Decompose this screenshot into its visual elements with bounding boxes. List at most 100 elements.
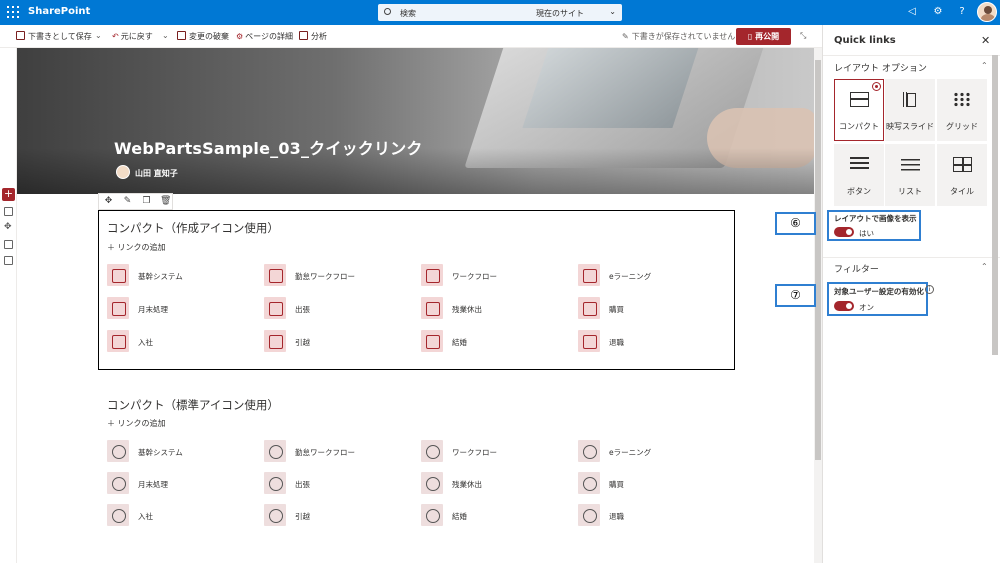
move-icon[interactable]: ✥	[4, 223, 13, 232]
quick-link-item[interactable]: 残業休出	[421, 472, 561, 496]
save-options-chevron-icon[interactable]: ⌄	[95, 31, 102, 40]
quick-link-item[interactable]: 出張	[264, 297, 404, 321]
undo-options-chevron-icon[interactable]: ⌄	[162, 31, 169, 40]
show-image-toggle[interactable]	[834, 227, 854, 237]
layout-option-grid[interactable]: グリッド	[937, 79, 987, 141]
quick-link-item[interactable]: 入社	[107, 330, 247, 354]
discard-button[interactable]: 変更の破棄	[177, 31, 229, 42]
filter-heading[interactable]: フィルター	[834, 262, 879, 275]
quick-link-icon	[107, 264, 129, 286]
quick-link-item[interactable]: 基幹システム	[107, 264, 247, 288]
chevron-down-icon[interactable]: ⌄	[609, 7, 616, 16]
delete-icon[interactable]: 🗑	[160, 197, 171, 206]
layout-option-filmstrip[interactable]: 映写スライド	[885, 79, 935, 141]
app-launcher-icon[interactable]	[7, 6, 19, 18]
quick-link-item[interactable]: 購買	[578, 472, 718, 496]
add-link-button[interactable]: ＋ リンクの追加	[107, 418, 166, 429]
megaphone-icon[interactable]: ◁	[906, 6, 918, 18]
quick-link-item[interactable]: 退職	[578, 504, 718, 528]
quick-link-item[interactable]: eラーニング	[578, 264, 718, 288]
close-icon[interactable]: ✕	[981, 34, 990, 47]
republish-button[interactable]: ▯ 再公開	[736, 28, 791, 45]
quick-link-icon	[107, 297, 129, 319]
page-details-button[interactable]: ⚙ ページの詳細	[236, 31, 293, 42]
quick-link-item[interactable]: 月末処理	[107, 472, 247, 496]
quick-link-item[interactable]: ワークフロー	[421, 440, 561, 464]
quick-link-icon	[421, 297, 443, 319]
quick-link-item[interactable]: 勤怠ワークフロー	[264, 264, 404, 288]
save-draft-button[interactable]: 下書きとして保存	[16, 31, 92, 42]
quick-link-item[interactable]: 引越	[264, 504, 404, 528]
quick-link-icon	[264, 472, 286, 494]
quick-link-icon	[107, 330, 129, 352]
brand-name[interactable]: SharePoint	[28, 6, 90, 17]
callout-number-7: ⑦	[775, 284, 816, 307]
edit-icon[interactable]: ✎	[123, 197, 132, 206]
comment-icon[interactable]	[4, 207, 13, 216]
search-scope[interactable]: 現在のサイト	[536, 8, 584, 19]
collapse-icon[interactable]: ⤡	[800, 31, 806, 41]
quick-link-icon	[107, 440, 129, 462]
audience-toggle[interactable]	[834, 301, 854, 311]
quick-link-item[interactable]: ワークフロー	[421, 264, 561, 288]
section-title-custom[interactable]: コンパクト（作成アイコン使用）	[107, 220, 279, 236]
command-bar: 下書きとして保存 ⌄ ↶ 元に戻す ⌄ 変更の破棄 ⚙ ページの詳細 分析 ✎ 下書き…	[0, 25, 822, 48]
layout-option-compact[interactable]: コンパクト	[834, 79, 884, 141]
author-avatar	[116, 165, 130, 179]
suite-bar: SharePoint 検索 現在のサイト ⌄ ◁ ⚙ ?	[0, 0, 1000, 25]
quick-link-icon	[264, 297, 286, 319]
quick-link-item[interactable]: 勤怠ワークフロー	[264, 440, 404, 464]
quick-link-item[interactable]: 残業休出	[421, 297, 561, 321]
quick-link-icon	[578, 440, 600, 462]
undo-button[interactable]: ↶ 元に戻す	[112, 31, 153, 42]
layout-option-tiles[interactable]: タイル	[937, 144, 987, 206]
quick-link-item[interactable]: 出張	[264, 472, 404, 496]
show-image-value: はい	[859, 229, 874, 238]
add-section-button[interactable]: +	[2, 188, 15, 201]
layout-label: ボタン	[847, 187, 871, 196]
quick-link-label: 勤怠ワークフロー	[295, 448, 355, 457]
quick-link-icon	[264, 504, 286, 526]
chevron-up-icon[interactable]: ⌃	[981, 262, 988, 271]
quick-link-item[interactable]: 結婚	[421, 504, 561, 528]
layout-label: 映写スライド	[886, 122, 934, 131]
quick-link-label: eラーニング	[609, 448, 652, 457]
chevron-up-icon[interactable]: ⌃	[981, 61, 988, 70]
quick-link-label: 基幹システム	[138, 272, 183, 281]
quick-link-label: 結婚	[452, 512, 467, 521]
quick-link-item[interactable]: 引越	[264, 330, 404, 354]
panel-scrollbar[interactable]	[992, 55, 998, 355]
quick-link-item[interactable]: eラーニング	[578, 440, 718, 464]
selected-radio-icon	[872, 82, 881, 91]
quick-link-item[interactable]: 月末処理	[107, 297, 247, 321]
layout-option-button[interactable]: ボタン	[834, 144, 884, 206]
info-icon[interactable]: i	[925, 285, 934, 294]
gear-icon[interactable]: ⚙	[932, 6, 944, 18]
section-title-standard[interactable]: コンパクト（標準アイコン使用）	[107, 397, 279, 413]
author-name[interactable]: 山田 直知子	[135, 168, 178, 179]
search-box[interactable]: 検索 現在のサイト ⌄	[378, 4, 622, 21]
quick-link-label: ワークフロー	[452, 448, 497, 457]
page-title[interactable]: WebPartsSample_03_クイックリンク	[114, 135, 423, 159]
add-link-button[interactable]: ＋ リンクの追加	[107, 242, 166, 253]
user-avatar[interactable]	[977, 2, 997, 22]
move-icon[interactable]: ✥	[104, 197, 113, 206]
delete-icon[interactable]	[4, 256, 13, 265]
layout-option-list[interactable]: リスト	[885, 144, 935, 206]
scrollbar-thumb[interactable]	[815, 60, 821, 460]
quick-link-label: 月末処理	[138, 480, 168, 489]
help-icon[interactable]: ?	[956, 6, 968, 18]
quick-link-item[interactable]: 入社	[107, 504, 247, 528]
quick-link-icon	[264, 330, 286, 352]
draft-status-label: 下書きが保存されていません	[631, 32, 736, 41]
duplicate-icon[interactable]: ❐	[142, 197, 151, 206]
quick-link-item[interactable]: 基幹システム	[107, 440, 247, 464]
quick-link-item[interactable]: 退職	[578, 330, 718, 354]
quick-link-item[interactable]: 購買	[578, 297, 718, 321]
layout-options-heading[interactable]: レイアウト オプション	[834, 61, 927, 74]
quick-link-item[interactable]: 結婚	[421, 330, 561, 354]
duplicate-icon[interactable]	[4, 240, 13, 249]
save-draft-label: 下書きとして保存	[28, 32, 92, 41]
quick-link-label: 引越	[295, 512, 310, 521]
analytics-button[interactable]: 分析	[299, 31, 327, 42]
